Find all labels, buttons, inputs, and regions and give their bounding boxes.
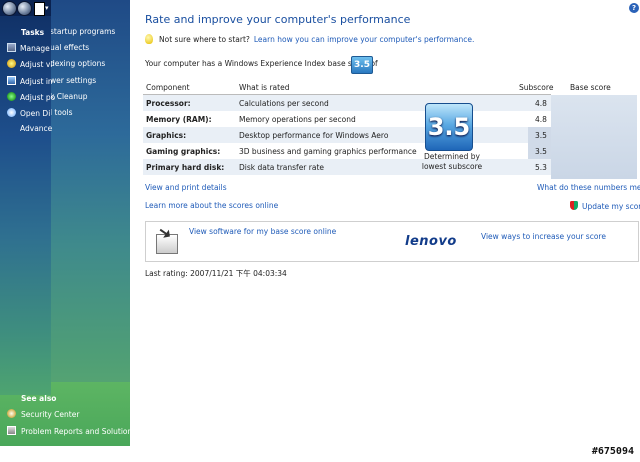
- row-subscore: 4.8: [535, 115, 547, 124]
- table-row: Processor: Calculations per second 4.8: [143, 95, 551, 111]
- row-rated: Disk data transfer rate: [239, 163, 325, 172]
- task-item-adjust-visual[interactable]: Adjust vi: [7, 59, 52, 71]
- base-score-caption: Determined by lowest subscore: [421, 152, 483, 171]
- adjust-indexing-icon: [7, 76, 16, 85]
- left-footer: [0, 446, 130, 462]
- base-score-sentence: Your computer has a Windows Experience I…: [145, 59, 378, 68]
- security-center-icon: [7, 409, 16, 418]
- row-subscore: 5.3: [535, 163, 547, 172]
- learn-more-scores-link[interactable]: Learn more about the scores online: [145, 201, 278, 210]
- window-icon: [34, 2, 45, 16]
- task-item-adjust-power[interactable]: Adjust po: [7, 92, 55, 104]
- last-rating-text: Last rating: 2007/11/21 下午 04:03:34: [145, 269, 287, 278]
- tip-row: Not sure where to start? Learn how you ca…: [145, 34, 474, 44]
- table-row: Memory (RAM): Memory operations per seco…: [143, 111, 551, 127]
- header-base-score: Base score: [570, 83, 611, 92]
- problem-reports-icon: [7, 426, 16, 435]
- row-component: Graphics:: [146, 131, 187, 140]
- base-score-badge-small: 3.5: [351, 56, 373, 74]
- forward-button[interactable]: [17, 1, 32, 16]
- row-subscore: 4.8: [535, 99, 547, 108]
- task-link-indexing[interactable]: dexing options: [50, 59, 105, 68]
- base-score-column: [551, 95, 637, 179]
- tip-text: Not sure where to start?: [159, 35, 250, 44]
- header-subscore: Subscore: [519, 83, 554, 92]
- row-subscore: 3.5: [535, 131, 547, 140]
- row-subscore: 3.5: [535, 147, 547, 156]
- header-component: Component: [146, 83, 190, 92]
- task-link-power[interactable]: wer settings: [50, 76, 96, 85]
- base-score-badge: 3.5: [425, 103, 473, 151]
- row-component: Gaming graphics:: [146, 147, 221, 156]
- lightbulb-icon: [145, 34, 153, 44]
- what-numbers-mean-link[interactable]: What do these numbers mean?: [537, 183, 640, 192]
- score-table: Component What is rated Subscore Base sc…: [143, 79, 637, 179]
- row-rated: 3D business and gaming graphics performa…: [239, 147, 417, 156]
- software-box-icon: [156, 228, 180, 254]
- overlay-titlebar: ▾: [0, 0, 51, 16]
- task-link-visual-effects[interactable]: ual effects: [50, 43, 89, 52]
- page-title: Rate and improve your computer's perform…: [145, 13, 411, 26]
- task-item-adjust-indexing[interactable]: Adjust in: [7, 76, 53, 88]
- learn-improve-link[interactable]: Learn how you can improve your computer'…: [254, 35, 475, 44]
- open-disk-icon: [7, 108, 16, 117]
- tasks-heading: Tasks: [21, 28, 45, 37]
- task-item-manage[interactable]: Manage: [7, 43, 50, 55]
- row-rated: Calculations per second: [239, 99, 329, 108]
- table-row: Graphics: Desktop performance for Window…: [143, 127, 551, 143]
- adjust-power-icon: [7, 92, 16, 101]
- manage-icon: [7, 43, 16, 52]
- header-what-rated: What is rated: [239, 83, 290, 92]
- see-also-security-center[interactable]: Security Center: [7, 409, 79, 419]
- row-rated: Memory operations per second: [239, 115, 356, 124]
- task-item-open-disk[interactable]: Open Di: [7, 108, 50, 120]
- see-also-problem-reports[interactable]: Problem Reports and Solutions: [7, 426, 136, 436]
- row-rated: Desktop performance for Windows Aero: [239, 131, 389, 140]
- view-software-link[interactable]: View software for my base score online: [189, 227, 336, 236]
- chevron-down-icon[interactable]: ▾: [45, 4, 49, 12]
- see-also-heading: See also: [21, 394, 57, 403]
- oem-banner: View software for my base score online l…: [145, 221, 639, 262]
- task-link-disk-cleanup[interactable]: k Cleanup: [50, 92, 88, 101]
- row-component: Processor:: [146, 99, 191, 108]
- task-link-startup[interactable]: startup programs: [50, 27, 115, 36]
- help-button[interactable]: ?: [629, 3, 639, 13]
- task-link-tools[interactable]: l tools: [50, 108, 73, 117]
- update-score-button[interactable]: Update my score: [570, 201, 640, 211]
- adjust-visual-icon: [7, 59, 16, 68]
- row-component: Primary hard disk:: [146, 163, 225, 172]
- task-item-advanced[interactable]: Advance: [20, 124, 52, 136]
- update-score-label: Update my score: [582, 202, 640, 211]
- back-button[interactable]: [2, 1, 17, 16]
- row-component: Memory (RAM):: [146, 115, 212, 124]
- shield-icon: [570, 201, 578, 210]
- lenovo-logo: lenovo: [405, 234, 457, 249]
- watermark: #675094: [591, 446, 634, 457]
- increase-score-link[interactable]: View ways to increase your score: [481, 232, 606, 241]
- view-print-details-link[interactable]: View and print details: [145, 183, 227, 192]
